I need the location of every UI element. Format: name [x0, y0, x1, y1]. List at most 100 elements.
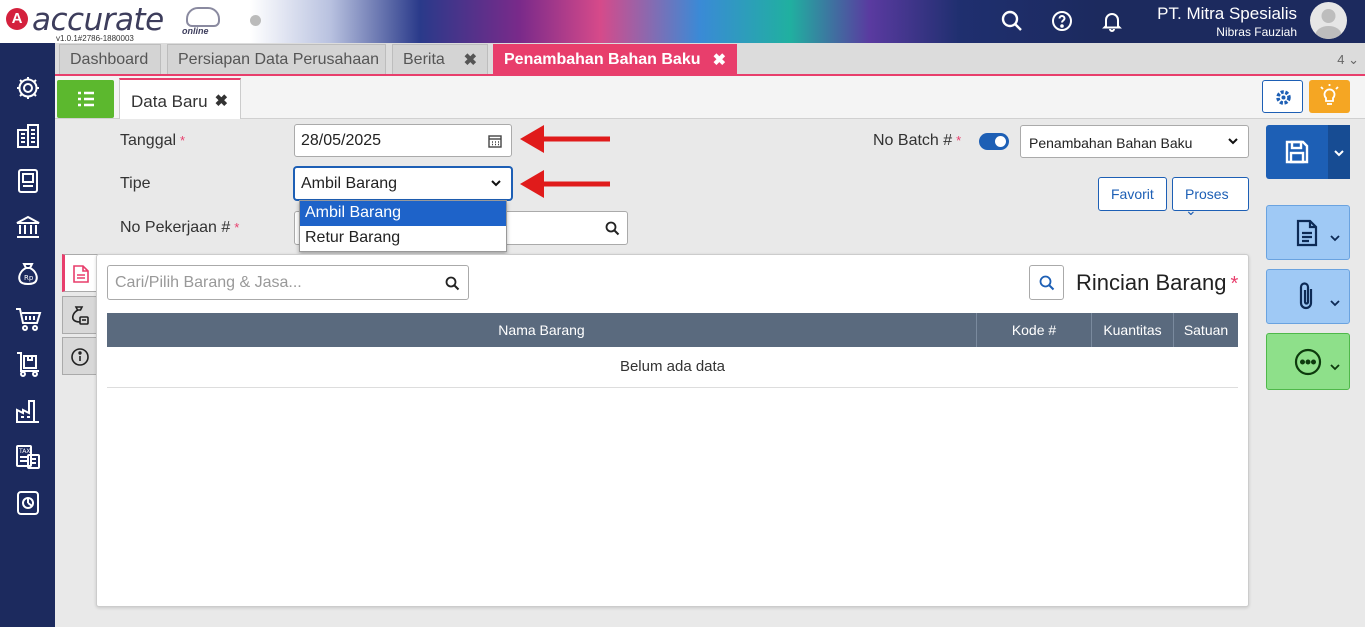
tab-bar: Dashboard Persiapan Data Perusahaan Beri… — [55, 43, 1365, 76]
status-dot — [250, 15, 261, 26]
tab-info[interactable] — [62, 337, 98, 375]
bell-icon[interactable] — [1100, 9, 1124, 33]
subtab-label: Data Baru — [131, 92, 208, 111]
calendar-icon[interactable] — [488, 134, 502, 148]
bank-icon[interactable] — [14, 213, 42, 241]
document-icon — [73, 265, 89, 283]
report-icon[interactable] — [14, 489, 42, 517]
no-batch-label: No Batch # * — [873, 132, 961, 150]
subtab-data-baru[interactable]: Data Baru ✖ — [119, 78, 241, 119]
top-bar: A accurate online v1.0.1#2786-1880003 PT… — [0, 0, 1365, 43]
save-menu-toggle[interactable] — [1328, 125, 1350, 179]
label-text: Tanggal — [120, 132, 177, 149]
required-mark: * — [1230, 273, 1239, 295]
required-mark: * — [180, 133, 186, 148]
factory-icon[interactable] — [14, 397, 42, 425]
required-mark: * — [956, 133, 962, 148]
chevron-down-icon — [1228, 138, 1238, 145]
panel-search-button[interactable] — [1029, 265, 1064, 300]
app-version: v1.0.1#2786-1880003 — [56, 34, 134, 43]
required-mark: * — [234, 220, 240, 235]
chevron-down-icon — [1330, 300, 1340, 307]
sub-bar: Data Baru ✖ — [55, 76, 1365, 119]
tab-count[interactable]: 4 ⌄ — [1337, 52, 1359, 68]
money-bag-icon — [71, 306, 89, 325]
item-search-input[interactable]: Cari/Pilih Barang & Jasa... — [107, 265, 469, 300]
chevron-down-icon — [1330, 235, 1340, 242]
button-label: Favorit — [1111, 186, 1154, 202]
cloud-icon — [186, 7, 220, 27]
column-satuan[interactable]: Satuan — [1174, 313, 1238, 347]
more-icon — [1294, 348, 1322, 376]
save-icon — [1285, 140, 1309, 164]
paperclip-icon — [1299, 282, 1313, 310]
option-ambil-barang[interactable]: Ambil Barang — [300, 201, 506, 226]
tab-detail[interactable] — [62, 254, 98, 292]
proses-button[interactable]: Proses ⌄ — [1172, 177, 1249, 218]
help-icon[interactable] — [1050, 9, 1074, 33]
close-icon[interactable]: ✖ — [215, 91, 228, 111]
tab-persiapan-data[interactable]: Persiapan Data Perusahaan — [167, 44, 386, 74]
company-info[interactable]: PT. Mitra Spesialis Nibras Fauziah — [1157, 4, 1297, 39]
label-text: No Pekerjaan # — [120, 219, 231, 236]
tab-label: Persiapan Data Perusahaan — [178, 51, 380, 68]
close-icon[interactable]: ✖ — [713, 50, 726, 70]
search-icon[interactable] — [605, 221, 620, 236]
tax-icon[interactable]: TAX — [14, 443, 42, 471]
chevron-down-icon — [491, 180, 501, 187]
tipe-dropdown[interactable]: Ambil Barang Retur Barang — [299, 200, 507, 252]
tanggal-input[interactable]: 28/05/2025 — [294, 124, 512, 157]
tipe-select[interactable]: Ambil Barang — [294, 167, 512, 200]
inventory-icon[interactable] — [14, 350, 42, 378]
tab-cost[interactable] — [62, 296, 98, 334]
arrow-annotation-icon — [520, 125, 610, 153]
ledger-icon[interactable] — [14, 167, 42, 195]
tab-dashboard[interactable]: Dashboard — [59, 44, 161, 74]
avatar[interactable] — [1310, 2, 1347, 39]
save-button[interactable] — [1266, 125, 1350, 179]
tanggal-value: 28/05/2025 — [301, 132, 382, 149]
column-nama-barang[interactable]: Nama Barang — [107, 313, 977, 347]
building-icon[interactable] — [14, 122, 42, 150]
column-kuantitas[interactable]: Kuantitas — [1092, 313, 1174, 347]
favorit-button[interactable]: Favorit — [1098, 177, 1167, 211]
panel-title: Rincian Barang * — [1076, 270, 1238, 296]
tab-label: Berita — [403, 51, 445, 68]
search-icon[interactable] — [445, 276, 460, 291]
more-button[interactable] — [1266, 333, 1350, 390]
table-header: Nama Barang Kode # Kuantitas Satuan — [107, 313, 1238, 347]
attachment-button[interactable] — [1266, 269, 1350, 324]
settings-button[interactable] — [1262, 80, 1303, 113]
close-icon[interactable]: ✖ — [464, 50, 477, 70]
tab-penambahan-bahan-baku[interactable]: Penambahan Bahan Baku ✖ — [493, 44, 737, 74]
document-button[interactable] — [1266, 205, 1350, 260]
chevron-down-icon: ⌄ — [1185, 202, 1197, 218]
search-icon[interactable] — [1000, 9, 1024, 33]
rincian-barang-panel: Cari/Pilih Barang & Jasa... Rincian Bara… — [96, 254, 1249, 607]
label-text: No Batch # — [873, 132, 953, 149]
svg-text:TAX: TAX — [18, 448, 30, 455]
chevron-down-icon — [1334, 150, 1344, 157]
no-batch-select[interactable]: Penambahan Bahan Baku — [1020, 125, 1249, 158]
user-icon — [1315, 9, 1342, 39]
column-kode[interactable]: Kode # — [977, 313, 1092, 347]
list-button[interactable] — [57, 80, 114, 118]
document-icon — [1296, 219, 1318, 247]
settings-icon[interactable] — [14, 74, 42, 102]
tips-button[interactable] — [1309, 80, 1350, 113]
logo-badge-icon: A — [6, 8, 28, 30]
chevron-down-icon: ⌄ — [1348, 52, 1359, 67]
tipe-label: Tipe — [120, 175, 151, 192]
logo-text: accurate — [32, 2, 164, 38]
company-name: PT. Mitra Spesialis — [1157, 4, 1297, 23]
logo[interactable]: A accurate online v1.0.1#2786-1880003 — [6, 2, 246, 43]
money-bag-icon[interactable]: Rp — [14, 259, 42, 287]
tanggal-label: Tanggal * — [120, 132, 185, 150]
svg-text:Rp: Rp — [24, 274, 34, 282]
option-retur-barang[interactable]: Retur Barang — [300, 226, 506, 251]
tipe-value: Ambil Barang — [301, 175, 398, 192]
info-icon — [71, 348, 89, 366]
no-batch-toggle[interactable] — [979, 133, 1009, 150]
tab-berita[interactable]: Berita ✖ — [392, 44, 488, 74]
cart-icon[interactable] — [14, 305, 42, 333]
